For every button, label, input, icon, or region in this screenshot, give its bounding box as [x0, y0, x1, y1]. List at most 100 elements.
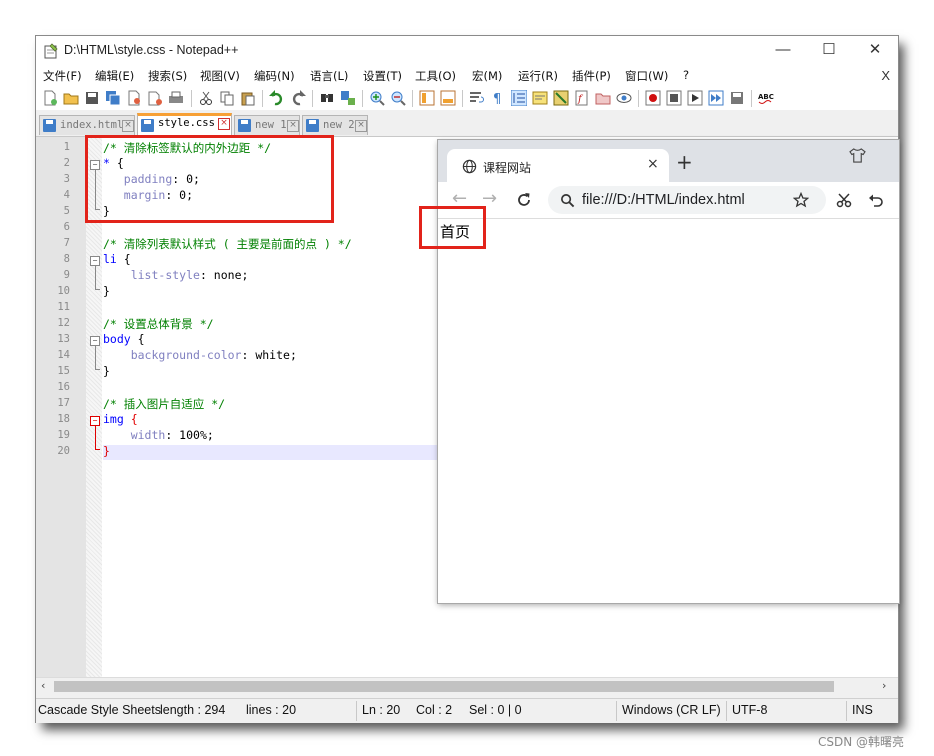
save-all-icon[interactable]: [105, 90, 121, 106]
fold-toggle-icon[interactable]: −: [90, 256, 100, 266]
brace: {: [123, 252, 131, 266]
zoom-in-icon[interactable]: [369, 90, 385, 106]
tab-style-css[interactable]: style.css ×: [137, 113, 232, 136]
tab-new-2[interactable]: new 2 ×: [302, 115, 368, 135]
selector: body: [103, 332, 138, 346]
folder-workspace-icon[interactable]: [595, 90, 611, 106]
fold-guide: [95, 346, 96, 369]
close-all-icon[interactable]: [147, 90, 163, 106]
code-line-10: }: [103, 284, 110, 298]
document-map-icon[interactable]: [553, 90, 569, 106]
replace-icon[interactable]: [340, 90, 356, 106]
menu-macro[interactable]: 宏(M): [472, 68, 502, 84]
run-macro-multiple-icon[interactable]: [708, 90, 724, 106]
brace: }: [103, 364, 110, 378]
status-language: Cascade Style Sheets: [38, 703, 161, 717]
line-number: 14: [57, 349, 70, 361]
sync-vertical-icon[interactable]: [419, 90, 435, 106]
reload-icon[interactable]: [516, 192, 532, 208]
document-tab-bar: index.html × style.css × new 1 × new 2 ×: [36, 112, 898, 137]
tab-close-icon[interactable]: ×: [355, 120, 367, 132]
open-file-icon[interactable]: [63, 90, 79, 106]
line-number: 3: [63, 173, 70, 185]
browser-tab-close-icon[interactable]: ×: [647, 156, 659, 172]
menu-encoding[interactable]: 编码(N): [254, 68, 295, 84]
stop-macro-icon[interactable]: [666, 90, 682, 106]
save-icon[interactable]: [84, 90, 100, 106]
line-number: 4: [63, 189, 70, 201]
toolbar-separator: [638, 90, 639, 107]
spell-check-icon[interactable]: ABC: [758, 90, 774, 106]
scroll-right-icon[interactable]: ›: [882, 679, 886, 692]
menu-window[interactable]: 窗口(W): [625, 68, 668, 84]
menu-view[interactable]: 视图(V): [200, 68, 240, 84]
tab-close-icon[interactable]: ×: [287, 120, 299, 132]
tshirt-icon[interactable]: [849, 148, 866, 163]
comment: /* 清除列表默认样式 ( 主要是前面的点 ) */: [103, 237, 352, 251]
line-number: 16: [57, 381, 70, 393]
record-macro-icon[interactable]: [645, 90, 661, 106]
new-file-icon[interactable]: [42, 90, 58, 106]
close-file-icon[interactable]: [126, 90, 142, 106]
zoom-out-icon[interactable]: [390, 90, 406, 106]
browser-tab[interactable]: 课程网站 ×: [447, 149, 669, 183]
code-line-15: }: [103, 364, 110, 378]
copy-icon[interactable]: [219, 90, 235, 106]
tab-index-html[interactable]: index.html ×: [39, 115, 135, 135]
menu-help[interactable]: ?: [683, 68, 689, 82]
tab-close-icon[interactable]: ×: [122, 120, 134, 132]
fold-toggle-icon[interactable]: −: [90, 416, 100, 426]
indent-guide-icon[interactable]: [511, 90, 527, 106]
scrollbar-thumb[interactable]: [54, 681, 834, 692]
fold-toggle-icon[interactable]: −: [90, 336, 100, 346]
print-icon[interactable]: [168, 90, 184, 106]
minimize-button[interactable]: —: [760, 36, 806, 66]
title-bar[interactable]: D:\HTML\style.css - Notepad++ — ☐ ✕: [36, 36, 898, 66]
code-line-13: body {: [103, 332, 145, 346]
menu-search[interactable]: 搜索(S): [148, 68, 187, 84]
word-wrap-icon[interactable]: [469, 90, 485, 106]
line-number: 19: [57, 429, 70, 441]
save-macro-icon[interactable]: [729, 90, 745, 106]
address-bar[interactable]: file:///D:/HTML/index.html: [548, 186, 826, 214]
tab-new-1[interactable]: new 1 ×: [234, 115, 300, 135]
cut-icon[interactable]: [198, 90, 214, 106]
undo-arrow-icon[interactable]: [868, 192, 884, 208]
monitoring-eye-icon[interactable]: [616, 90, 632, 106]
show-all-characters-icon[interactable]: ¶: [490, 90, 506, 106]
menu-file[interactable]: 文件(F): [43, 68, 82, 84]
status-eol: Windows (CR LF): [622, 703, 721, 717]
highlight-box-page-text: [419, 206, 486, 249]
menu-settings[interactable]: 设置(T): [363, 68, 402, 84]
menu-language[interactable]: 语言(L): [310, 68, 348, 84]
value: : white;: [241, 348, 297, 362]
menu-run[interactable]: 运行(R): [518, 68, 558, 84]
scissors-icon[interactable]: [836, 192, 852, 208]
language-icon[interactable]: [532, 90, 548, 106]
close-document-x[interactable]: X: [881, 68, 890, 83]
menu-bar: 文件(F) 编辑(E) 搜索(S) 视图(V) 编码(N) 语言(L) 设置(T…: [36, 66, 898, 86]
function-list-icon[interactable]: f: [574, 90, 590, 106]
maximize-button[interactable]: ☐: [806, 36, 852, 66]
close-button[interactable]: ✕: [852, 36, 898, 66]
horizontal-scrollbar[interactable]: ‹ ›: [36, 677, 898, 695]
globe-icon: [462, 159, 477, 174]
play-macro-icon[interactable]: [687, 90, 703, 106]
scroll-left-icon[interactable]: ‹: [41, 679, 45, 692]
toolbar-separator: [191, 90, 192, 107]
undo-icon[interactable]: [269, 90, 285, 106]
code-line-17: /* 插入图片自适应 */: [103, 396, 225, 412]
status-divider: [726, 701, 727, 721]
find-icon[interactable]: [319, 90, 335, 106]
sync-horizontal-icon[interactable]: [440, 90, 456, 106]
code-line-8: li {: [103, 252, 131, 266]
menu-edit[interactable]: 编辑(E): [95, 68, 134, 84]
redo-icon[interactable]: [290, 90, 306, 106]
toolbar-separator: [362, 90, 363, 107]
menu-plugins[interactable]: 插件(P): [572, 68, 611, 84]
new-tab-button[interactable]: +: [676, 152, 693, 172]
paste-icon[interactable]: [240, 90, 256, 106]
menu-tools[interactable]: 工具(O): [415, 68, 456, 84]
star-bookmark-icon[interactable]: [793, 192, 809, 208]
tab-close-icon[interactable]: ×: [218, 118, 230, 130]
